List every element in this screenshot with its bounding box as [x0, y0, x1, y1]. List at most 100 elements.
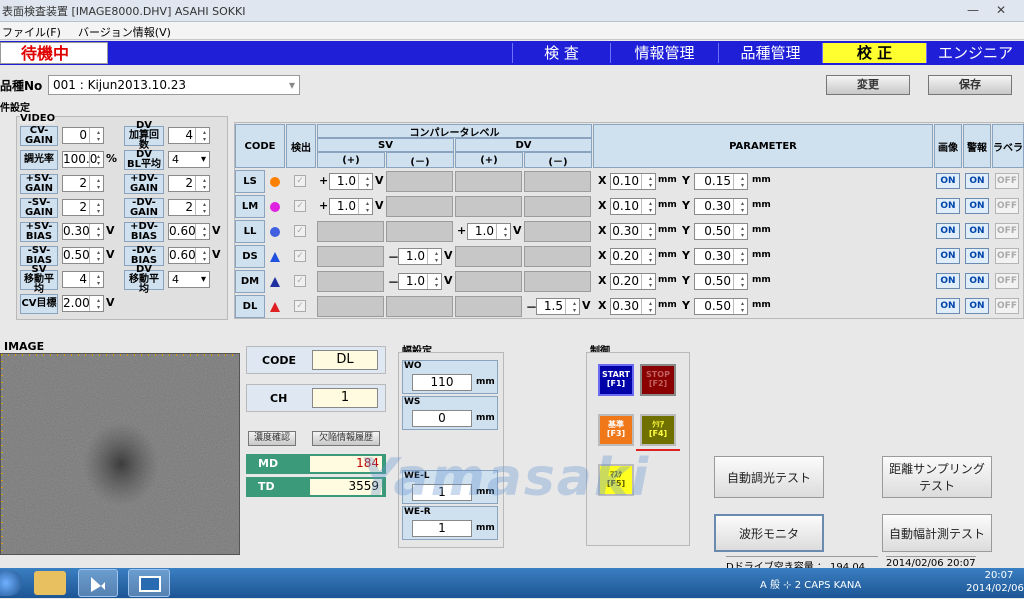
folder-icon[interactable]: [34, 571, 66, 595]
tab-product-management[interactable]: 品種管理: [718, 43, 822, 63]
comparator-input[interactable]: 1.0: [467, 223, 511, 240]
comparator-cell-disabled: [317, 296, 384, 317]
tab-engineer[interactable]: エンジニア: [926, 43, 1024, 63]
start-button[interactable]: START [F1]: [598, 364, 634, 396]
alarm-on-button[interactable]: ON: [965, 198, 989, 214]
detect-checkbox[interactable]: ✓: [294, 175, 306, 187]
comparator-cell-disabled: [455, 296, 522, 317]
auto-light-test-button[interactable]: 自動調光テスト: [714, 456, 824, 498]
video-param-input[interactable]: 4: [62, 271, 104, 288]
video-param-input[interactable]: 0: [62, 127, 104, 144]
comparator-input[interactable]: 1.0: [398, 248, 442, 265]
tab-info-management[interactable]: 情報管理: [610, 43, 718, 63]
video-param-input[interactable]: 0.60: [168, 223, 210, 240]
image-on-button[interactable]: ON: [936, 248, 960, 264]
detect-checkbox[interactable]: ✓: [294, 250, 306, 262]
alarm-on-button[interactable]: ON: [965, 248, 989, 264]
video-param-input[interactable]: 100.0: [62, 151, 104, 168]
labeler-off-button[interactable]: OFF: [995, 173, 1019, 189]
param-x-input[interactable]: 0.30: [610, 298, 656, 315]
clear-button[interactable]: ｸﾘｱ [F4]: [640, 414, 676, 446]
detect-checkbox[interactable]: ✓: [294, 200, 306, 212]
comparator-input[interactable]: 1.5: [536, 298, 580, 315]
labeler-off-button[interactable]: OFF: [995, 298, 1019, 314]
comparator-input[interactable]: 1.0: [398, 273, 442, 290]
video-param-input[interactable]: 2: [62, 199, 104, 216]
menu-file[interactable]: ファイル(F): [2, 24, 61, 40]
tab-inspection[interactable]: 検 査: [512, 43, 610, 63]
labeler-off-button[interactable]: OFF: [995, 248, 1019, 264]
alarm-on-button[interactable]: ON: [965, 273, 989, 289]
reference-button[interactable]: 基準 [F3]: [598, 414, 634, 446]
param-y-input[interactable]: 0.30: [694, 248, 748, 265]
image-on-button[interactable]: ON: [936, 223, 960, 239]
video-param-input[interactable]: 0.50: [62, 247, 104, 264]
defect-history-button[interactable]: 欠陥情報履歴: [312, 431, 380, 446]
param-x-input[interactable]: 0.30: [610, 223, 656, 240]
auto-width-test-button[interactable]: 自動幅計測テスト: [882, 514, 992, 552]
minimize-button[interactable]: —: [962, 2, 984, 18]
param-x-input[interactable]: 0.10: [610, 173, 656, 190]
ws-field-input[interactable]: 0: [412, 410, 472, 427]
dv-plus-header: (+): [455, 152, 523, 168]
code-cell: LL: [235, 220, 265, 243]
product-select[interactable]: 001 : Kijun2013.10.23 ▾: [48, 75, 300, 95]
param-y-input[interactable]: 0.50: [694, 298, 748, 315]
param-x-input[interactable]: 0.20: [610, 273, 656, 290]
close-button[interactable]: ✕: [990, 2, 1012, 18]
alarm-on-button[interactable]: ON: [965, 173, 989, 189]
param-y-input[interactable]: 0.50: [694, 223, 748, 240]
comparator-input[interactable]: 1.0: [329, 173, 373, 190]
alarm-on-button[interactable]: ON: [965, 298, 989, 314]
detect-checkbox[interactable]: ✓: [294, 275, 306, 287]
alarm-on-button[interactable]: ON: [965, 223, 989, 239]
image-on-button[interactable]: ON: [936, 173, 960, 189]
image-on-button[interactable]: ON: [936, 298, 960, 314]
param-y-input[interactable]: 0.50: [694, 273, 748, 290]
stop-button[interactable]: STOP [F2]: [640, 364, 676, 396]
distance-sampling-test-button[interactable]: 距離サンプリング テスト: [882, 456, 992, 498]
wo-field-input[interactable]: 110: [412, 374, 472, 391]
param-y-input[interactable]: 0.15: [694, 173, 748, 190]
comparator-cell-disabled: [524, 246, 591, 267]
video-param-input[interactable]: 0.60: [168, 247, 210, 264]
video-param-select[interactable]: 4: [168, 271, 210, 288]
dv-header: DV: [455, 138, 592, 152]
video-param-input[interactable]: 2: [168, 199, 210, 216]
param-y-input[interactable]: 0.30: [694, 198, 748, 215]
video-param-input[interactable]: 2: [62, 175, 104, 192]
labeler-off-button[interactable]: OFF: [995, 198, 1019, 214]
video-param-input[interactable]: 0.30: [62, 223, 104, 240]
video-param-input[interactable]: 2.00: [62, 295, 104, 312]
detect-checkbox[interactable]: ✓: [294, 225, 306, 237]
image-on-button[interactable]: ON: [936, 198, 960, 214]
wer-field-input[interactable]: 1: [412, 520, 472, 537]
video-param-select[interactable]: 4: [168, 151, 210, 168]
visual-studio-taskbar-item[interactable]: [78, 569, 118, 597]
param-x-input[interactable]: 0.10: [610, 198, 656, 215]
image-on-button[interactable]: ON: [936, 273, 960, 289]
video-param-unit: %: [106, 152, 118, 165]
waveform-monitor-button[interactable]: 波形モニタ: [714, 514, 824, 552]
change-button[interactable]: 変更: [826, 75, 910, 95]
video-param-input[interactable]: 2: [168, 175, 210, 192]
video-param-label: +DV- BIAS: [124, 222, 164, 242]
labeler-off-button[interactable]: OFF: [995, 273, 1019, 289]
mm-unit: mm: [658, 225, 677, 235]
menu-version[interactable]: バージョン情報(V): [78, 24, 171, 40]
start-orb-icon[interactable]: [0, 570, 22, 596]
param-x-input[interactable]: 0.20: [610, 248, 656, 265]
detect-checkbox[interactable]: ✓: [294, 300, 306, 312]
density-check-button[interactable]: 濃度確認: [248, 431, 296, 446]
video-param-label: CV- GAIN: [20, 126, 58, 146]
mm-unit: mm: [658, 175, 677, 185]
labeler-off-button[interactable]: OFF: [995, 223, 1019, 239]
video-param-input[interactable]: 4: [168, 127, 210, 144]
visual-studio-icon: [91, 577, 105, 592]
window-title: 表面検査装置 [IMAGE8000.DHV] ASAHI SOKKI: [2, 5, 246, 18]
comparator-input[interactable]: 1.0: [329, 198, 373, 215]
status-indicator: 待機中: [0, 42, 108, 64]
tab-calibration[interactable]: 校 正: [822, 43, 926, 63]
save-button[interactable]: 保存: [928, 75, 1012, 95]
app-window-taskbar-item[interactable]: [128, 569, 170, 597]
